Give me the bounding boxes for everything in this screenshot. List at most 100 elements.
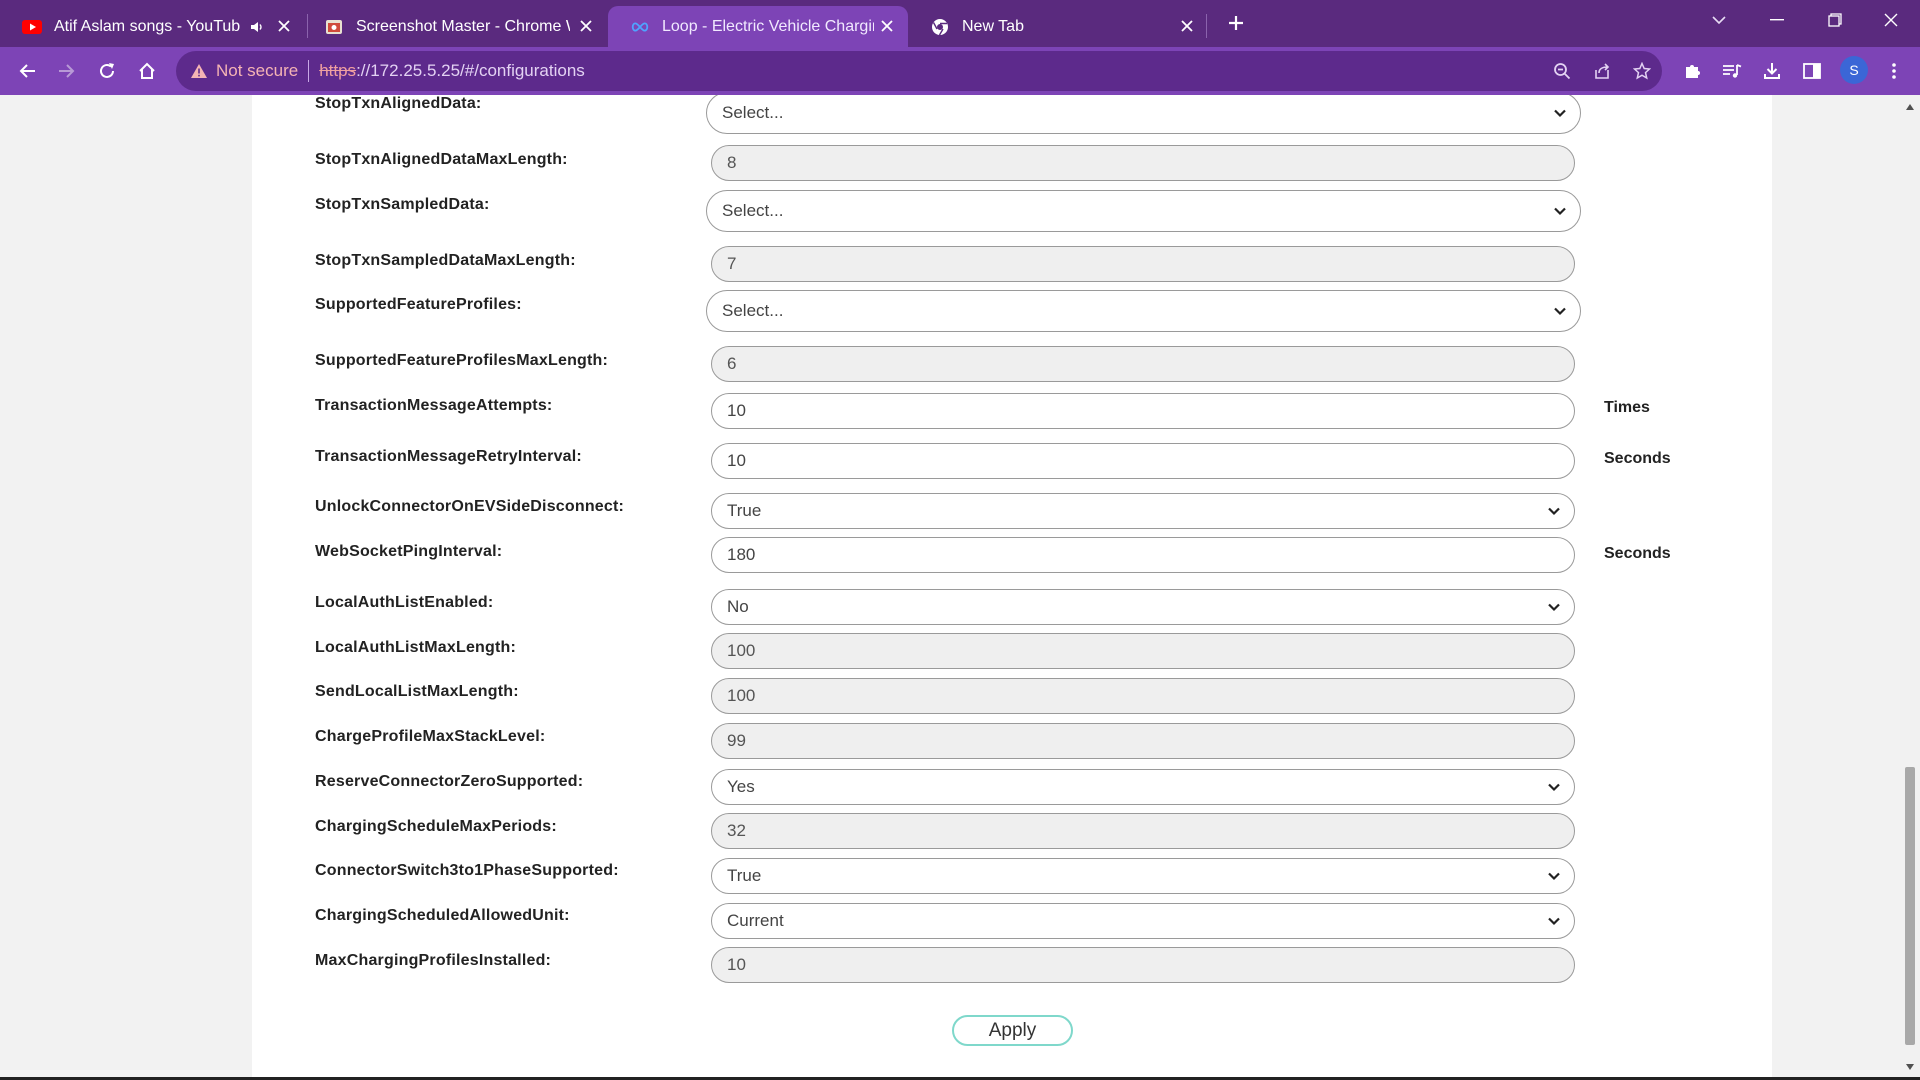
chevron-down-icon	[1548, 917, 1560, 926]
charge-profile-max-stack-level-field: 99	[711, 723, 1575, 759]
tab-search-chevron-icon[interactable]	[1690, 0, 1748, 40]
field-value: 7	[727, 254, 737, 273]
chrome-icon	[930, 17, 950, 37]
bookmark-star-icon[interactable]	[1626, 55, 1658, 87]
field-value: 10	[727, 955, 746, 974]
chevron-down-icon	[1554, 207, 1566, 216]
profile-avatar[interactable]: S	[1840, 56, 1868, 84]
field-label: StopTxnAlignedDataMaxLength:	[315, 151, 568, 168]
field-label: ChargingScheduleMaxPeriods:	[315, 818, 557, 835]
browser-toolbar: Not secure https://172.25.5.25/#/configu…	[0, 47, 1920, 95]
max-charging-profiles-installed-field: 10	[711, 947, 1575, 983]
field-label: TransactionMessageAttempts:	[315, 397, 553, 414]
field-value: 8	[727, 153, 737, 172]
field-label: LocalAuthListMaxLength:	[315, 639, 517, 656]
scroll-up-arrow-icon[interactable]	[1904, 101, 1916, 113]
chevron-down-icon	[1554, 307, 1566, 316]
select-value: Yes	[727, 777, 755, 796]
address-divider	[308, 60, 310, 82]
field-value: 100	[727, 641, 756, 660]
restore-button[interactable]	[1806, 0, 1864, 40]
stop-txn-sampled-data-select[interactable]: Select...	[706, 190, 1581, 232]
field-value: 180	[727, 545, 756, 564]
side-panel-icon[interactable]	[1796, 55, 1828, 87]
screenshot-master-icon	[324, 17, 344, 37]
field-value: 99	[727, 731, 746, 750]
browser-tab-strip: Atif Aslam songs - YouTube Screenshot Ma…	[0, 0, 1920, 47]
home-button[interactable]	[131, 55, 163, 87]
configuration-form: StopTxnAlignedData: Select... StopTxnAli…	[252, 95, 1772, 1078]
field-label: StopTxnSampledDataMaxLength:	[315, 252, 576, 269]
tab-new-tab[interactable]: New Tab	[908, 6, 1208, 47]
chevron-down-icon	[1548, 603, 1560, 612]
select-value: True	[727, 866, 762, 885]
url-text[interactable]: https://172.25.5.25/#/configurations	[319, 61, 585, 81]
tab-screenshot-master[interactable]: Screenshot Master - Chrome We	[302, 6, 607, 47]
window-close-button[interactable]	[1862, 0, 1920, 40]
websocket-ping-interval-input[interactable]: 180	[711, 537, 1575, 573]
apply-button[interactable]: Apply	[952, 1015, 1073, 1046]
reload-button[interactable]	[91, 55, 123, 87]
download-icon[interactable]	[1756, 55, 1788, 87]
share-icon[interactable]	[1586, 55, 1618, 87]
transaction-message-attempts-input[interactable]: 10	[711, 393, 1575, 429]
warning-triangle-icon[interactable]	[188, 60, 210, 82]
chevron-down-icon	[1548, 872, 1560, 881]
field-label: MaxChargingProfilesInstalled:	[315, 952, 552, 969]
tab-title: Loop - Electric Vehicle Charging	[662, 17, 874, 35]
scroll-down-arrow-icon[interactable]	[1904, 1061, 1916, 1073]
url-scheme: https	[319, 61, 357, 80]
transaction-message-retry-interval-input[interactable]: 10	[711, 443, 1575, 479]
forward-button[interactable]	[51, 55, 83, 87]
select-value: Select...	[722, 301, 784, 320]
address-bar[interactable]: Not secure https://172.25.5.25/#/configu…	[176, 51, 1662, 91]
extensions-puzzle-icon[interactable]	[1676, 55, 1708, 87]
zoom-icon[interactable]	[1546, 55, 1578, 87]
local-auth-list-enabled-select[interactable]: No	[711, 589, 1575, 625]
minimize-button[interactable]	[1748, 0, 1806, 40]
media-queue-icon[interactable]	[1716, 55, 1748, 87]
charging-schedule-max-periods-field: 32	[711, 813, 1575, 849]
select-value: Current	[727, 911, 784, 930]
unlock-connector-select[interactable]: True	[711, 493, 1575, 529]
page-viewport: StopTxnAlignedData: Select... StopTxnAli…	[0, 95, 1900, 1078]
field-label: SupportedFeatureProfilesMaxLength:	[315, 352, 609, 369]
close-icon[interactable]	[1176, 15, 1198, 37]
security-status[interactable]: Not secure	[216, 61, 298, 81]
loop-infinity-icon	[630, 17, 650, 37]
scrollbar-thumb[interactable]	[1905, 767, 1915, 1045]
send-local-list-max-length-field: 100	[711, 678, 1575, 714]
tab-loop-ev[interactable]: Loop - Electric Vehicle Charging	[608, 6, 908, 47]
field-label: ReserveConnectorZeroSupported:	[315, 773, 584, 790]
new-tab-button[interactable]	[1220, 7, 1252, 39]
field-label: ChargingScheduledAllowedUnit:	[315, 907, 570, 924]
unit-label: Seconds	[1604, 545, 1671, 562]
close-icon[interactable]	[273, 15, 295, 37]
menu-kebab-icon[interactable]	[1878, 55, 1910, 87]
field-label: TransactionMessageRetryInterval:	[315, 448, 582, 465]
field-value: 10	[727, 451, 746, 470]
field-label: StopTxnSampledData:	[315, 196, 490, 213]
field-label: ChargeProfileMaxStackLevel:	[315, 728, 546, 745]
local-auth-list-max-length-field: 100	[711, 633, 1575, 669]
close-icon[interactable]	[575, 15, 597, 37]
close-icon[interactable]	[876, 15, 898, 37]
back-button[interactable]	[11, 55, 43, 87]
speaker-icon[interactable]	[248, 18, 266, 36]
field-value: 6	[727, 354, 737, 373]
select-value: True	[727, 501, 762, 520]
field-label: StopTxnAlignedData:	[315, 95, 482, 112]
field-label: LocalAuthListEnabled:	[315, 594, 494, 611]
tab-title: Atif Aslam songs - YouTube	[54, 17, 240, 35]
reserve-connector-zero-select[interactable]: Yes	[711, 769, 1575, 805]
supported-feature-profiles-select[interactable]: Select...	[706, 290, 1581, 332]
tab-title: Screenshot Master - Chrome We	[356, 17, 570, 35]
field-value: 32	[727, 821, 746, 840]
vertical-scrollbar[interactable]	[1900, 95, 1920, 1080]
stop-txn-aligned-data-select[interactable]: Select...	[706, 95, 1581, 134]
charging-scheduled-allowed-unit-select[interactable]: Current	[711, 903, 1575, 939]
select-value: Select...	[722, 201, 784, 220]
connector-switch-select[interactable]: True	[711, 858, 1575, 894]
chevron-down-icon	[1554, 109, 1566, 118]
tab-youtube[interactable]: Atif Aslam songs - YouTube	[0, 6, 305, 47]
